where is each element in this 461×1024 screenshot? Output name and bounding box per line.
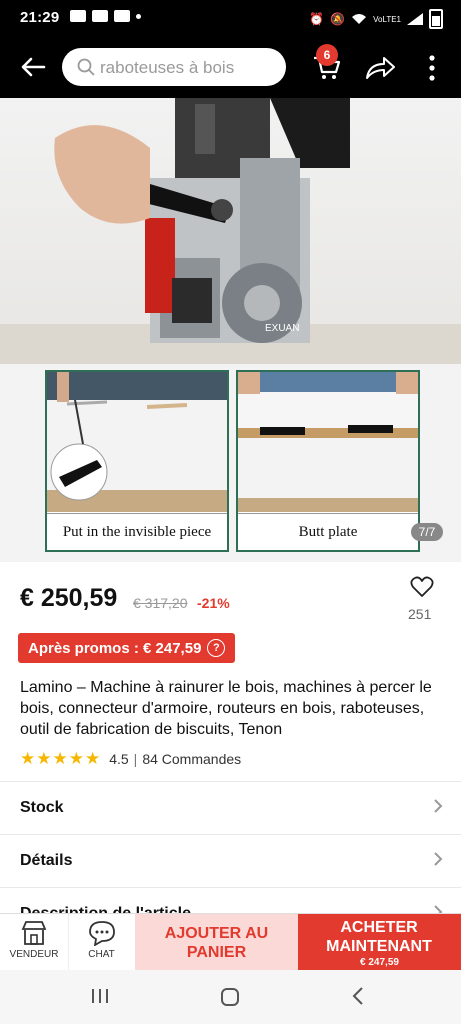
share-icon[interactable]	[364, 52, 396, 82]
product-main-photo: EXUAN	[0, 98, 461, 364]
youtube-notification-icon-2	[114, 10, 130, 22]
wifi-icon	[352, 14, 367, 24]
search-placeholder: raboteuses à bois	[100, 58, 235, 77]
youtube-notification-icon	[92, 10, 108, 22]
image-counter: 7/7	[411, 523, 443, 541]
search-icon	[77, 58, 95, 76]
cart-count-badge: 6	[316, 44, 338, 66]
battery-icon	[429, 9, 443, 29]
bottom-action-bar: VENDEUR CHAT AJOUTER AU PANIER ACHETER M…	[0, 913, 461, 971]
network-label: VoLTE1	[373, 14, 401, 24]
wishlist-count: 251	[408, 606, 432, 622]
chevron-right-icon	[434, 799, 443, 813]
caption-left: Put in the invisible piece	[47, 513, 227, 550]
biscuit-joiner-illustration: EXUAN	[54, 98, 350, 343]
promo-text: Après promos : € 247,59	[28, 639, 202, 657]
details-label: Détails	[20, 852, 73, 869]
back-arrow-icon[interactable]	[18, 52, 48, 82]
gallery-notification-icon	[70, 10, 86, 22]
brand-watermark: EXUAN	[265, 323, 299, 334]
chat-icon	[88, 921, 115, 946]
stock-row[interactable]: Stock	[0, 781, 461, 834]
orders-count: 84 Commandes	[142, 751, 242, 767]
help-icon: ?	[207, 639, 226, 657]
more-notifications-dot	[136, 13, 141, 19]
promo-price-badge[interactable]: Après promos : € 247,59 ?	[18, 633, 236, 663]
buy-now-price: € 247,59	[360, 957, 399, 968]
alarm-icon: ⏰	[309, 12, 325, 26]
store-icon	[21, 921, 47, 945]
search-bar[interactable]: raboteuses à bois	[62, 48, 286, 86]
top-app-bar: 21:29 ⏰ 🔕 VoLTE1 raboteuses à bois 6	[0, 0, 461, 98]
current-price: € 250,59	[20, 584, 118, 612]
system-back-icon[interactable]	[350, 986, 366, 1006]
status-bar: 21:29 ⏰ 🔕 VoLTE1	[0, 0, 461, 36]
add-to-cart-label: AJOUTER AU PANIER	[164, 924, 269, 961]
wishlist-heart-icon[interactable]	[410, 576, 434, 598]
product-image-gallery[interactable]: EXUAN Put in the invisible piece Butt pl…	[0, 98, 461, 562]
rating-row[interactable]: ★★★★★ 4.5 | 84 Commandes	[20, 749, 241, 769]
gallery-panel-left: Put in the invisible piece	[45, 370, 229, 552]
chat-button[interactable]: CHAT	[68, 914, 135, 971]
buy-now-label: ACHETER MAINTENANT	[326, 919, 432, 955]
invisible-piece-photo	[47, 372, 227, 512]
more-options-icon[interactable]	[424, 54, 440, 82]
butt-plate-photo	[238, 372, 418, 512]
caption-right: Butt plate	[238, 513, 418, 550]
discount-label: -21%	[197, 595, 230, 611]
chat-label: CHAT	[88, 949, 115, 960]
seller-label: VENDEUR	[9, 949, 59, 960]
signal-icon	[407, 13, 423, 25]
chevron-right-icon	[434, 852, 443, 866]
details-row[interactable]: Détails	[0, 834, 461, 887]
seller-button[interactable]: VENDEUR	[0, 914, 69, 971]
product-title: Lamino – Machine à rainurer le bois, mac…	[20, 679, 432, 738]
home-icon[interactable]	[219, 986, 241, 1008]
mute-icon: 🔕	[330, 12, 346, 26]
star-rating-icon: ★★★★★	[20, 749, 102, 768]
recent-apps-icon[interactable]	[90, 986, 110, 1006]
rating-value: 4.5	[109, 751, 129, 767]
original-price: € 317,20	[133, 595, 188, 611]
stock-label: Stock	[20, 799, 64, 816]
status-time: 21:29	[20, 9, 60, 26]
system-navigation-bar	[0, 970, 461, 1024]
buy-now-button[interactable]: ACHETER MAINTENANT € 247,59	[298, 914, 461, 971]
add-to-cart-button[interactable]: AJOUTER AU PANIER	[135, 914, 298, 971]
gallery-panel-right: Butt plate	[236, 370, 420, 552]
